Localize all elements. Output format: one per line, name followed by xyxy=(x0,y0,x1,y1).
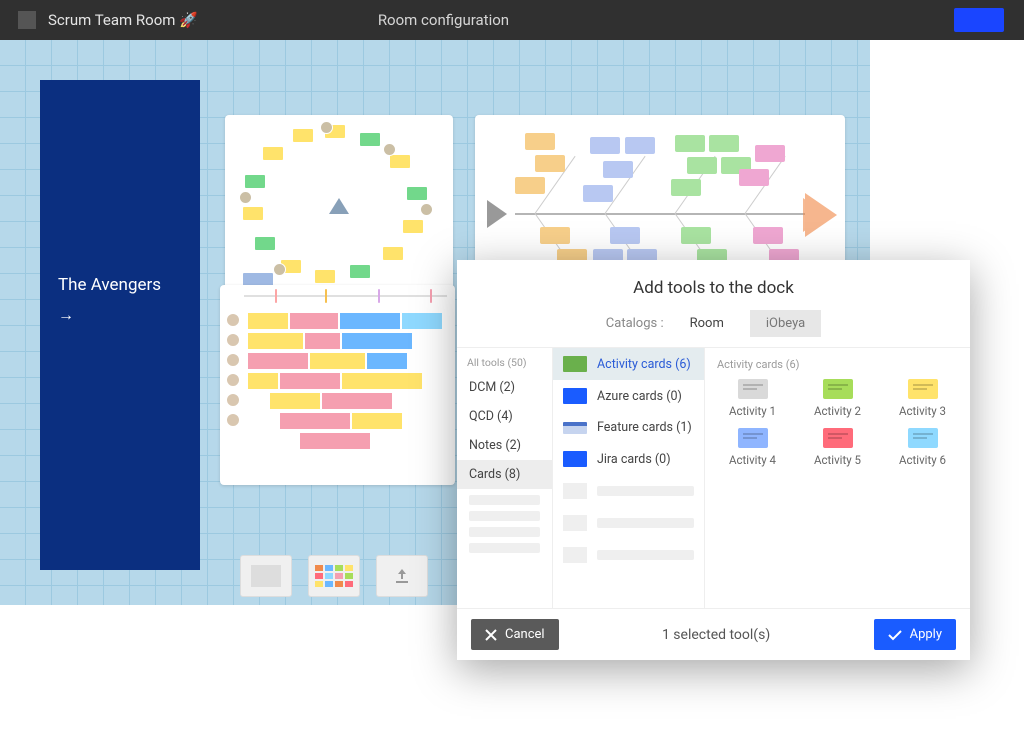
app-icon[interactable] xyxy=(18,11,36,29)
tool-jira-cards[interactable]: Jira cards (0) xyxy=(553,443,704,475)
selection-status: 1 selected tool(s) xyxy=(571,627,862,643)
preview-header: Activity cards (6) xyxy=(717,356,958,379)
swatch-icon xyxy=(563,356,587,372)
all-tools-header: All tools (50) xyxy=(457,348,552,373)
activity-preview-6[interactable]: Activity 6 xyxy=(887,428,958,467)
category-dcm[interactable]: DCM (2) xyxy=(457,373,552,402)
category-skeleton xyxy=(469,511,540,521)
category-skeleton xyxy=(469,543,540,553)
dialog-footer: Cancel 1 selected tool(s) Apply xyxy=(457,608,970,660)
dock-template-upload[interactable] xyxy=(376,555,428,597)
board-circle[interactable] xyxy=(225,115,453,297)
category-column: All tools (50) DCM (2) QCD (4) Notes (2)… xyxy=(457,348,553,608)
tool-activity-cards[interactable]: Activity cards (6) xyxy=(553,348,704,380)
arrow-right-icon: → xyxy=(58,305,182,325)
dialog-title: Add tools to the dock xyxy=(457,260,970,310)
activity-preview-2[interactable]: Activity 2 xyxy=(802,379,873,418)
swatch-icon xyxy=(563,451,587,467)
header-action-button[interactable] xyxy=(954,8,1004,32)
room-title: Scrum Team Room 🚀 xyxy=(48,11,198,29)
catalog-tab-room[interactable]: Room xyxy=(674,310,740,337)
category-skeleton xyxy=(469,495,540,505)
close-icon xyxy=(485,629,497,641)
catalogs-label: Catalogs : xyxy=(606,316,664,331)
team-card-title: The Avengers xyxy=(58,275,182,295)
add-tools-dialog: Add tools to the dock Catalogs : Room iO… xyxy=(457,260,970,660)
room-config-label[interactable]: Room configuration xyxy=(378,11,509,29)
team-card[interactable]: The Avengers → xyxy=(40,80,200,570)
apply-button[interactable]: Apply xyxy=(874,619,956,650)
dock xyxy=(240,555,428,597)
mountain-icon xyxy=(329,198,349,214)
tool-feature-cards[interactable]: Feature cards (1) xyxy=(553,412,704,443)
category-qcd[interactable]: QCD (4) xyxy=(457,402,552,431)
preview-column: Activity cards (6) Activity 1 Activity 2… xyxy=(705,348,970,608)
category-skeleton xyxy=(469,527,540,537)
activity-preview-4[interactable]: Activity 4 xyxy=(717,428,788,467)
category-notes[interactable]: Notes (2) xyxy=(457,431,552,460)
fishbone-head-icon xyxy=(805,193,837,237)
catalog-row: Catalogs : Room iObeya xyxy=(457,310,970,347)
catalog-tab-iobeya[interactable]: iObeya xyxy=(750,310,821,337)
board-gantt[interactable] xyxy=(220,285,455,485)
fishbone-tail-icon xyxy=(487,200,507,228)
dock-template-cards[interactable] xyxy=(308,555,360,597)
activity-preview-5[interactable]: Activity 5 xyxy=(802,428,873,467)
tool-skeleton xyxy=(553,475,704,507)
swatch-icon xyxy=(563,388,587,404)
dock-template-blank[interactable] xyxy=(240,555,292,597)
upload-icon xyxy=(392,566,412,586)
activity-preview-3[interactable]: Activity 3 xyxy=(887,379,958,418)
tools-column: Activity cards (6) Azure cards (0) Featu… xyxy=(553,348,705,608)
tool-azure-cards[interactable]: Azure cards (0) xyxy=(553,380,704,412)
activity-preview-1[interactable]: Activity 1 xyxy=(717,379,788,418)
top-bar: Scrum Team Room 🚀 Room configuration xyxy=(0,0,1024,40)
check-icon xyxy=(888,629,902,641)
category-cards[interactable]: Cards (8) xyxy=(457,460,552,489)
swatch-icon xyxy=(563,422,587,434)
tool-skeleton xyxy=(553,539,704,571)
cancel-button[interactable]: Cancel xyxy=(471,619,559,650)
tool-skeleton xyxy=(553,507,704,539)
